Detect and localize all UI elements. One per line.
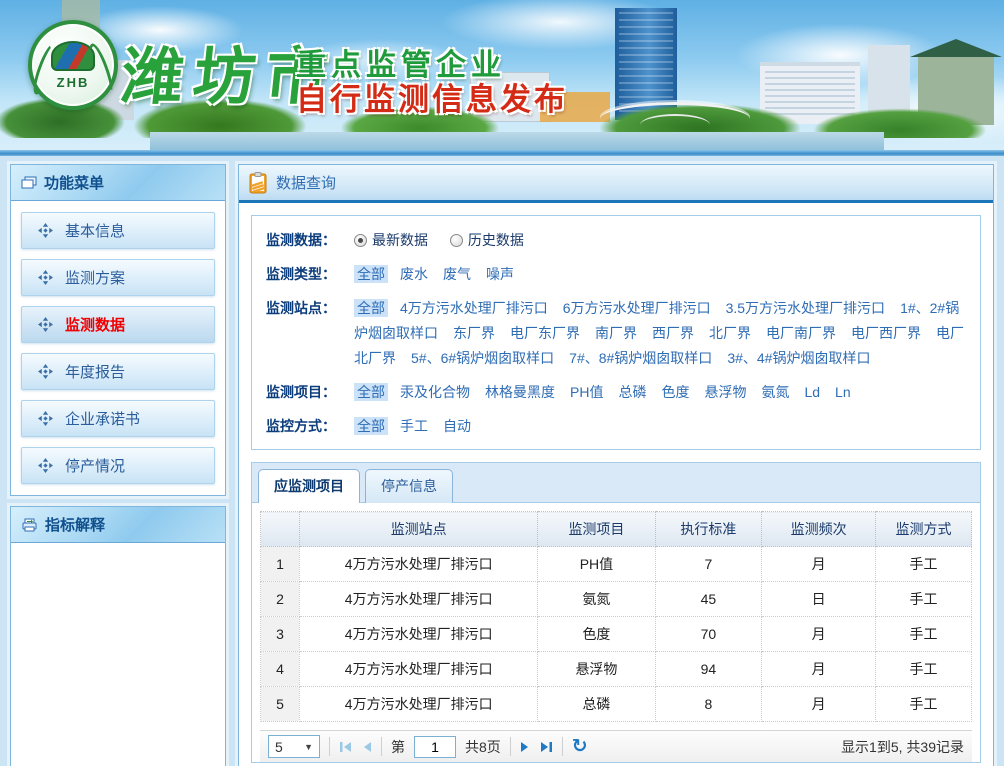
function-menu-panel: 功能菜单 基本信息 监测方案: [10, 164, 226, 496]
table-row: 5 4万方污水处理厂排污口 总磷 8 月 手工: [261, 687, 972, 722]
filter-link[interactable]: 东厂界: [450, 324, 498, 342]
compass-icon: [38, 223, 53, 238]
prev-page-icon[interactable]: [362, 741, 372, 753]
first-page-icon[interactable]: [339, 741, 353, 753]
filter-link[interactable]: 全部: [354, 299, 388, 317]
filter-link[interactable]: 南厂界: [592, 324, 640, 342]
main-panel: 数据查询 监测数据： 最新数据 历史数据 监测类型： 全部废水废气噪声 监测站点…: [238, 164, 994, 766]
page-title: 数据查询: [276, 172, 336, 193]
filter-row-monitor-type: 监测类型： 全部废水废气噪声: [266, 262, 966, 287]
filter-link[interactable]: 电厂东厂界: [507, 324, 583, 342]
filter-row-method: 监控方式： 全部手工自动: [266, 414, 966, 439]
filter-link[interactable]: 电厂南厂界: [763, 324, 839, 342]
tab-strip: 应监测项目 停产信息: [251, 462, 981, 502]
table-row: 3 4万方污水处理厂排污口 色度 70 月 手工: [261, 617, 972, 652]
filter-link[interactable]: 西厂界: [649, 324, 697, 342]
indicator-body: 化学需氧量COD（Chemical: [11, 543, 225, 766]
refresh-icon[interactable]: ↻: [572, 737, 588, 756]
sidebar-item-monitor-data[interactable]: 监测数据: [21, 306, 215, 343]
table-row: 4 4万方污水处理厂排污口 悬浮物 94 月 手工: [261, 652, 972, 687]
filter-link[interactable]: 手工: [397, 417, 431, 435]
filter-row-item: 监测项目： 全部汞及化合物林格曼黑度PH值总磷色度悬浮物氨氮LdLn: [266, 380, 966, 405]
page-input[interactable]: [414, 736, 456, 758]
sidebar-item-basic-info[interactable]: 基本信息: [21, 212, 215, 249]
page-content: 功能菜单 基本信息 监测方案: [0, 156, 1004, 766]
tab-body: 监测站点 监测项目 执行标准 监测频次 监测方式 1 4万方污水处理厂排污口 P…: [251, 502, 981, 763]
printer-icon: [21, 517, 38, 532]
filter-link[interactable]: 噪声: [483, 265, 517, 283]
filter-link[interactable]: 6万方污水处理厂排污口: [560, 299, 714, 317]
filter-link[interactable]: 4万方污水处理厂排污口: [397, 299, 551, 317]
page-title-bar: 数据查询: [239, 165, 993, 203]
pagination-bar: 5 ▼ 第 共8页: [260, 730, 972, 762]
pagination-summary: 显示1到5, 共39记录: [841, 737, 964, 757]
table-row: 1 4万方污水处理厂排污口 PH值 7 月 手工: [261, 547, 972, 582]
filter-link[interactable]: Ln: [832, 383, 854, 401]
filter-link[interactable]: 北厂界: [706, 324, 754, 342]
sidebar-item-monitor-plan[interactable]: 监测方案: [21, 259, 215, 296]
indicator-title: 指标解释: [45, 514, 105, 535]
filter-row-station: 监测站点： 全部4万方污水处理厂排污口6万方污水处理厂排污口3.5万方污水处理厂…: [266, 296, 966, 371]
sidebar-item-commitment[interactable]: 企业承诺书: [21, 400, 215, 437]
radio-on-icon[interactable]: [354, 234, 367, 247]
compass-icon: [38, 317, 53, 332]
filter-link[interactable]: Ld: [801, 383, 823, 401]
epa-logo: ZHB: [28, 20, 118, 110]
filter-link[interactable]: 7#、8#锅炉烟囱取样口: [566, 349, 715, 367]
folder-icon: [21, 176, 37, 190]
logo-text: ZHB: [57, 75, 90, 90]
filter-link[interactable]: 氨氮: [758, 383, 792, 401]
filter-link[interactable]: 自动: [440, 417, 474, 435]
last-page-icon[interactable]: [539, 741, 553, 753]
indicator-panel: 指标解释 化学需氧量COD（Chemical: [10, 506, 226, 766]
sidebar: 功能菜单 基本信息 监测方案: [10, 164, 226, 766]
filter-link[interactable]: 林格曼黑度: [482, 383, 558, 401]
banner-river: [150, 132, 884, 150]
compass-icon: [38, 364, 53, 379]
page-prefix: 第: [391, 737, 405, 757]
filter-row-data-type: 监测数据： 最新数据 历史数据: [266, 228, 966, 253]
next-page-icon[interactable]: [520, 741, 530, 753]
total-pages: 共8页: [465, 737, 501, 757]
tab-section: 应监测项目 停产信息 监测站点 监测项目 执行标准 监测频次 监测方式 1: [251, 462, 981, 763]
indicator-header: 指标解释: [11, 507, 225, 543]
sidebar-item-annual-report[interactable]: 年度报告: [21, 353, 215, 390]
filter-link[interactable]: 废水: [397, 265, 431, 283]
filter-link[interactable]: 总磷: [615, 383, 649, 401]
filter-link[interactable]: 全部: [354, 383, 388, 401]
filter-link[interactable]: 5#、6#锅炉烟囱取样口: [408, 349, 557, 367]
filter-link[interactable]: 全部: [354, 417, 388, 435]
clipboard-icon: [249, 172, 267, 194]
filter-link[interactable]: 3.5万方污水处理厂排污口: [723, 299, 888, 317]
compass-icon: [38, 270, 53, 285]
filter-link[interactable]: 汞及化合物: [397, 383, 473, 401]
banner: ZHB 潍坊市 重点监管企业 自行监测信息发布: [0, 0, 1004, 150]
dropdown-arrow-icon: ▼: [304, 742, 313, 752]
filter-link[interactable]: 废气: [440, 265, 474, 283]
filter-link[interactable]: 3#、4#锅炉烟囱取样口: [724, 349, 873, 367]
monitor-items-table: 监测站点 监测项目 执行标准 监测频次 监测方式 1 4万方污水处理厂排污口 P…: [260, 511, 972, 722]
filter-link[interactable]: 全部: [354, 265, 388, 283]
table-header-row: 监测站点 监测项目 执行标准 监测频次 监测方式: [261, 512, 972, 547]
function-menu-header: 功能菜单: [11, 165, 225, 201]
compass-icon: [38, 458, 53, 473]
globe-icon: [51, 41, 95, 71]
function-menu-title: 功能菜单: [44, 172, 104, 193]
table-row: 2 4万方污水处理厂排污口 氨氮 45 日 手工: [261, 582, 972, 617]
radio-latest-data[interactable]: 最新数据: [354, 232, 428, 248]
tab-shutdown-info[interactable]: 停产信息: [365, 469, 453, 503]
page-size-select[interactable]: 5 ▼: [268, 735, 320, 758]
compass-icon: [38, 411, 53, 426]
filter-box: 监测数据： 最新数据 历史数据 监测类型： 全部废水废气噪声 监测站点： 全部4…: [251, 215, 981, 450]
radio-off-icon[interactable]: [450, 234, 463, 247]
radio-history-data[interactable]: 历史数据: [450, 232, 524, 248]
sidebar-item-shutdown-status[interactable]: 停产情况: [21, 447, 215, 484]
tab-monitor-items[interactable]: 应监测项目: [258, 469, 360, 503]
filter-link[interactable]: PH值: [567, 383, 606, 401]
filter-link[interactable]: 电厂西厂界: [848, 324, 924, 342]
filter-link[interactable]: 悬浮物: [701, 383, 749, 401]
filter-link[interactable]: 色度: [658, 383, 692, 401]
site-subtitle-2: 自行监测信息发布: [296, 74, 568, 119]
